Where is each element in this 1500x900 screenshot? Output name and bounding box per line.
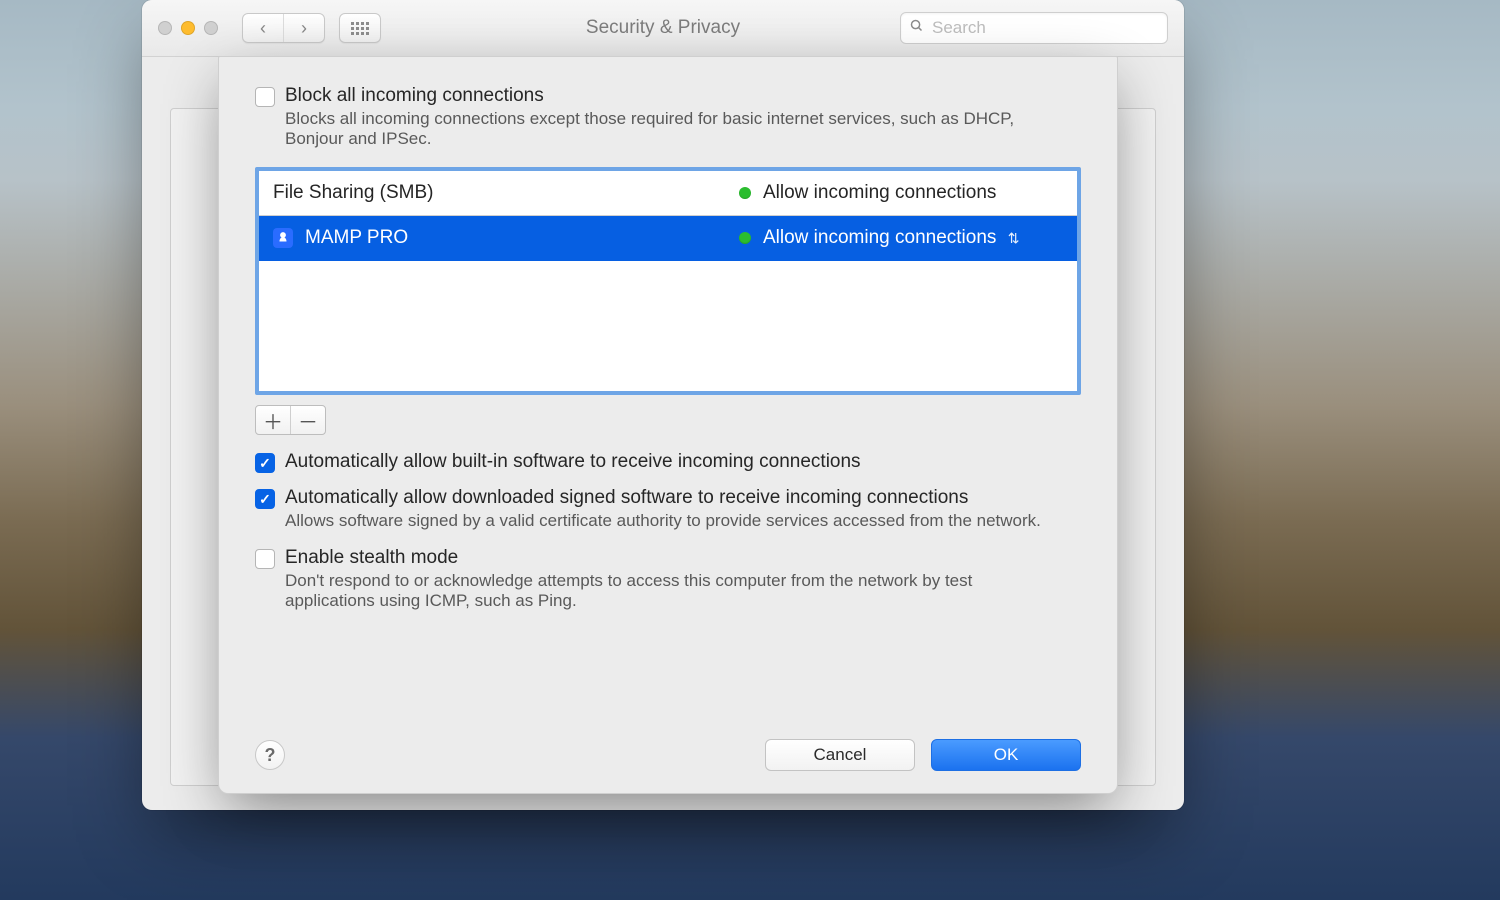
search-icon (909, 18, 924, 38)
zoom-icon[interactable] (204, 21, 218, 35)
minus-icon: － (298, 406, 318, 435)
search-field[interactable] (900, 12, 1168, 44)
search-input[interactable] (930, 17, 1159, 39)
list-item-status: Allow incoming connections (763, 182, 1063, 204)
block-all-checkbox[interactable] (255, 87, 275, 107)
stealth-sub: Don't respond to or acknowledge attempts… (285, 571, 1055, 611)
auto-signed-label: Automatically allow downloaded signed so… (285, 487, 1041, 509)
ok-button[interactable]: OK (931, 739, 1081, 771)
list-item-name: MAMP PRO (305, 227, 727, 249)
list-item-status-select[interactable]: Allow incoming connections ⇅ (763, 227, 1063, 249)
stealth-option[interactable]: Enable stealth mode Don't respond to or … (255, 547, 1081, 611)
chevron-left-icon: ‹ (260, 18, 266, 39)
help-icon: ? (265, 745, 276, 766)
auto-signed-option[interactable]: Automatically allow downloaded signed so… (255, 487, 1081, 531)
status-dot-icon (739, 232, 751, 244)
forward-button[interactable]: › (283, 14, 324, 42)
back-button[interactable]: ‹ (243, 14, 283, 42)
block-all-sub: Blocks all incoming connections except t… (285, 109, 1055, 149)
app-icon (273, 228, 293, 248)
auto-builtin-checkbox[interactable] (255, 453, 275, 473)
stealth-label: Enable stealth mode (285, 547, 1055, 569)
list-row-selected[interactable]: MAMP PRO Allow incoming connections ⇅ (259, 216, 1077, 261)
add-button[interactable]: ＋ (256, 406, 290, 434)
up-down-arrows-icon: ⇅ (1008, 230, 1020, 246)
block-all-label: Block all incoming connections (285, 85, 1055, 107)
auto-signed-checkbox[interactable] (255, 489, 275, 509)
plus-icon: ＋ (263, 406, 283, 435)
close-icon[interactable] (158, 21, 172, 35)
minimize-icon[interactable] (181, 21, 195, 35)
list-row[interactable]: File Sharing (SMB) Allow incoming connec… (259, 171, 1077, 216)
nav-back-forward: ‹ › (242, 13, 325, 43)
add-remove-buttons: ＋ － (255, 405, 326, 435)
auto-builtin-label: Automatically allow built-in software to… (285, 451, 861, 473)
grid-icon (351, 22, 369, 35)
sheet-bottom-bar: ? Cancel OK (255, 739, 1081, 771)
app-allow-list[interactable]: File Sharing (SMB) Allow incoming connec… (255, 167, 1081, 395)
status-dot-icon (739, 187, 751, 199)
stealth-checkbox[interactable] (255, 549, 275, 569)
list-item-name: File Sharing (SMB) (273, 182, 727, 204)
auto-signed-sub: Allows software signed by a valid certif… (285, 511, 1041, 531)
titlebar: ‹ › Security & Privacy (142, 0, 1184, 57)
block-all-option[interactable]: Block all incoming connections Blocks al… (255, 85, 1081, 149)
auto-builtin-option[interactable]: Automatically allow built-in software to… (255, 451, 1081, 473)
chevron-right-icon: › (301, 18, 307, 39)
cancel-button[interactable]: Cancel (765, 739, 915, 771)
firewall-options-sheet: Block all incoming connections Blocks al… (218, 56, 1118, 794)
show-all-button[interactable] (339, 13, 381, 43)
window-title: Security & Privacy (586, 17, 740, 39)
traffic-lights (158, 21, 218, 35)
help-button[interactable]: ? (255, 740, 285, 770)
remove-button[interactable]: － (290, 406, 325, 434)
